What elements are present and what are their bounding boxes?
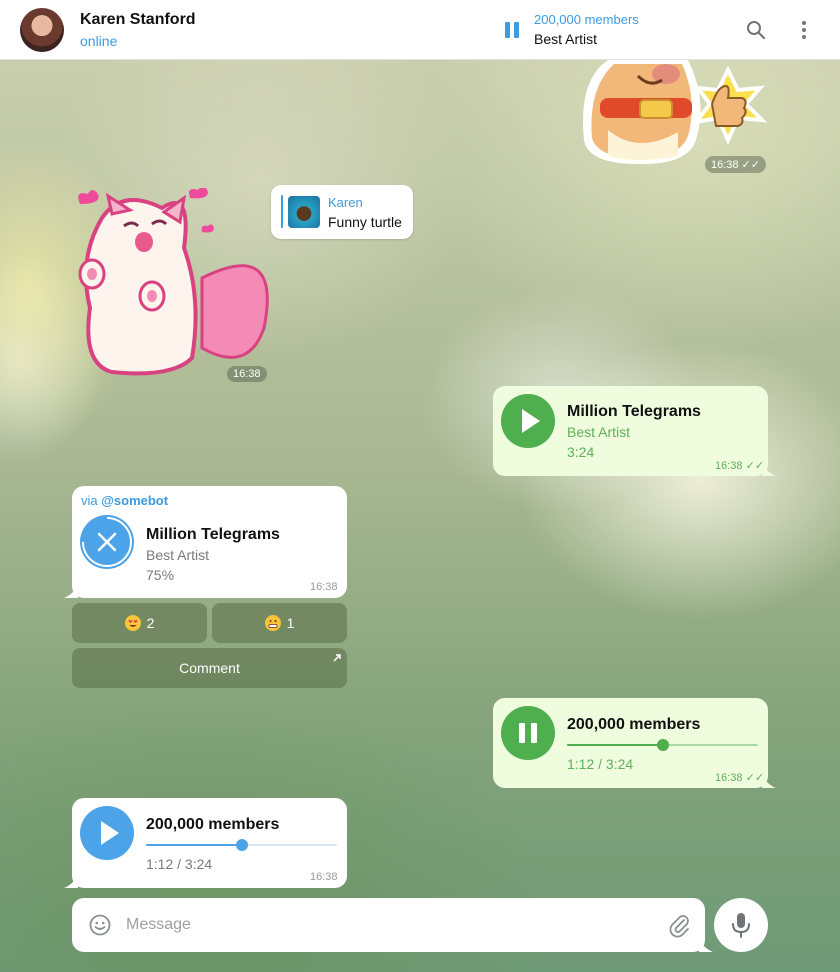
read-checks-icon: ✓✓ [741,159,760,171]
voice-message-outgoing[interactable]: 200,000 members 1:12 / 3:24 16:38 ✓✓ [493,698,776,788]
play-icon [522,409,540,433]
pinned-pause-icon[interactable] [504,22,520,38]
search-icon[interactable] [744,18,768,42]
seek-handle[interactable] [657,739,669,751]
dog-sticker-time: 16:38 ✓✓ [705,156,766,173]
message-time: 16:38 ✓✓ [715,772,765,784]
reply-bar [281,195,283,228]
play-button[interactable] [501,394,555,448]
reaction-count: 1 [286,615,295,631]
cat-sticker-time: 16:38 [227,366,267,382]
audio-duration: 3:24 [567,444,595,460]
audio-artist: Best Artist [146,547,210,563]
play-button[interactable] [80,806,134,860]
audio-title: Million Telegrams [146,526,280,543]
message-time: 16:38 ✓✓ [715,460,765,472]
reaction-grimace[interactable]: 1 [212,603,347,643]
seek-progress [567,744,663,746]
audio-title: Million Telegrams [567,403,701,420]
external-arrow-icon [333,654,341,662]
grimace-emoji-icon [264,615,281,631]
close-icon [82,517,132,567]
read-checks-icon: ✓✓ [745,772,765,784]
read-checks-icon: ✓✓ [745,460,765,472]
download-progress: 75% [146,567,175,583]
comment-label: Comment [179,660,240,676]
cancel-download-button[interactable] [80,515,134,569]
seek-handle[interactable] [236,839,248,851]
heart-eyes-emoji-icon [124,615,141,631]
message-input[interactable] [126,912,646,938]
bubble-tail [64,584,78,598]
reaction-count: 2 [146,615,155,631]
reaction-heart-eyes[interactable]: 2 [72,603,207,643]
comment-button[interactable]: Comment [72,648,347,688]
microphone-icon [732,913,750,938]
audio-title: 200,000 members [146,816,280,833]
pinned-audio-artist[interactable]: Best Artist [534,31,597,47]
reply-preview[interactable]: Karen Funny turtle [271,185,413,239]
message-composer [72,898,713,952]
reply-text: Funny turtle [328,214,402,230]
paperclip-icon[interactable] [666,912,692,938]
more-menu-icon[interactable] [792,18,816,42]
playback-position: 1:12 / 3:24 [146,856,213,872]
audio-artist: Best Artist [567,424,631,440]
seek-progress [146,844,242,846]
voice-message-incoming[interactable]: 200,000 members 1:12 / 3:24 16:38 [64,798,347,888]
reply-author: Karen [328,195,363,210]
contact-name[interactable]: Karen Stanford [80,11,196,29]
playback-position: 1:12 / 3:24 [567,756,634,772]
audio-message-incoming-via-bot[interactable]: via @somebot Million Telegrams Best Arti… [64,486,347,598]
bubble-tail [762,774,776,788]
via-bot-label[interactable]: via @somebot [81,493,168,508]
avatar[interactable] [20,8,64,52]
pause-icon [519,723,537,743]
pinned-audio-title[interactable]: 200,000 members [534,12,639,27]
bubble-tail [64,874,78,888]
play-icon [101,821,119,845]
cat-sticker[interactable] [72,186,272,384]
contact-status: online [80,33,118,49]
composer-tail [699,938,713,952]
message-time: 16:38 [310,581,338,593]
microphone-button[interactable] [714,898,768,952]
emoji-icon[interactable] [88,913,112,937]
audio-message-outgoing[interactable]: Million Telegrams Best Artist 3:24 16:38… [493,386,776,476]
bubble-tail [762,462,776,476]
chat-header: Karen Stanford online 200,000 members Be… [0,0,840,60]
pause-button[interactable] [501,706,555,760]
reply-thumbnail [288,196,320,228]
message-time: 16:38 [310,871,338,883]
audio-title: 200,000 members [567,716,701,733]
